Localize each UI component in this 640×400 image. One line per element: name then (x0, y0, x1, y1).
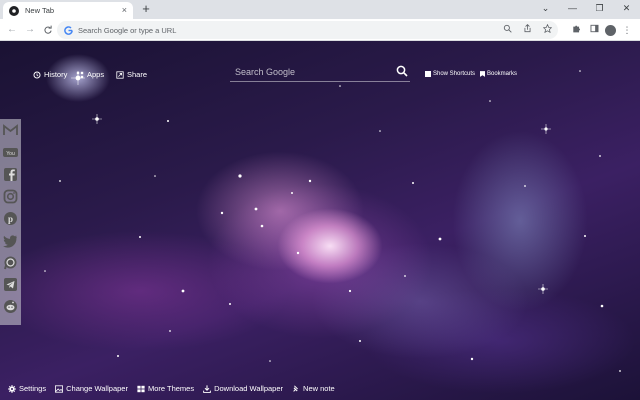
tab-search-icon[interactable]: ⌄ (532, 0, 559, 17)
themes-grid-icon (137, 385, 145, 392)
history-link[interactable]: History (33, 70, 67, 79)
youtube-icon[interactable]: You (3, 145, 18, 160)
tab-title: New Tab (25, 6, 55, 15)
google-g-icon (64, 25, 73, 35)
tab-new-tab[interactable]: New Tab × (3, 2, 133, 19)
apps-label: Apps (87, 70, 105, 79)
bookmarks-label: Bookmarks (487, 71, 518, 77)
window-controls: ⌄ — ❐ ✕ (532, 0, 640, 19)
instagram-icon[interactable] (3, 189, 18, 204)
menu-icon[interactable]: ⋮ (620, 22, 634, 38)
gmail-icon[interactable] (3, 123, 18, 138)
extensions-icon[interactable] (569, 22, 583, 38)
change-wallpaper-label: Change Wallpaper (66, 384, 128, 393)
omnibox[interactable] (57, 21, 558, 39)
facebook-icon[interactable] (3, 167, 18, 182)
bookmark-star-icon[interactable] (540, 23, 554, 37)
grid-icon (425, 71, 431, 77)
download-wallpaper-label: Download Wallpaper (214, 384, 284, 393)
close-window-button[interactable]: ✕ (613, 0, 640, 17)
minimize-button[interactable]: — (559, 0, 586, 17)
twitter-icon[interactable] (3, 233, 18, 248)
share-label: Share (127, 70, 148, 79)
search-icon[interactable] (396, 65, 408, 77)
share-icon (116, 70, 124, 79)
whatsapp-icon[interactable] (3, 255, 18, 270)
side-panel-icon[interactable] (587, 22, 601, 38)
google-search-input[interactable] (230, 63, 380, 81)
image-icon (55, 384, 64, 393)
telegram-icon[interactable] (3, 277, 18, 292)
tab-close-icon[interactable]: × (122, 6, 127, 15)
note-pin-icon (293, 384, 298, 392)
tab-strip: New Tab × + ⌄ — ❐ ✕ (0, 0, 640, 19)
share-link[interactable]: Share (116, 70, 147, 79)
svg-text:p: p (8, 214, 13, 224)
download-icon (203, 384, 211, 393)
maximize-button[interactable]: ❐ (586, 0, 613, 17)
profile-icon[interactable] (605, 24, 616, 36)
more-themes-label: More Themes (147, 384, 195, 393)
reddit-icon[interactable] (3, 299, 18, 314)
share-icon[interactable] (520, 23, 534, 37)
forward-button[interactable]: → (22, 22, 38, 38)
show-shortcuts-link[interactable]: Show Shortcuts (425, 71, 475, 77)
apps-link[interactable]: Apps (76, 70, 104, 79)
new-note-label: New note (303, 384, 335, 393)
bottom-bar: Settings Change Wallpaper More Themes Do… (8, 384, 335, 393)
zoom-icon[interactable] (500, 23, 514, 37)
omnibox-input[interactable] (78, 25, 558, 35)
pinterest-icon[interactable]: p (3, 211, 18, 226)
apps-grid-icon (76, 71, 84, 78)
stars-decoration (44, 70, 621, 372)
social-sidebar: You p (0, 119, 21, 325)
more-themes-link[interactable]: More Themes (137, 384, 194, 393)
svg-text:You: You (6, 151, 15, 157)
browser-toolbar: ← → ⋮ (0, 19, 640, 41)
wallpaper-galaxy: History Apps Share Show Shortcuts Bookma… (0, 41, 640, 400)
show-shortcuts-label: Show Shortcuts (433, 71, 476, 77)
change-wallpaper-link[interactable]: Change Wallpaper (55, 384, 128, 393)
download-wallpaper-link[interactable]: Download Wallpaper (203, 384, 283, 393)
gear-icon (8, 384, 16, 393)
reload-button[interactable] (40, 22, 56, 38)
new-tab-button[interactable]: + (139, 2, 153, 16)
bookmarks-link[interactable]: Bookmarks (480, 71, 517, 77)
google-search-box (230, 62, 410, 82)
settings-label: Settings (19, 384, 47, 393)
settings-link[interactable]: Settings (8, 384, 46, 393)
new-note-link[interactable]: New note (292, 384, 335, 393)
bookmark-icon (480, 71, 485, 77)
history-icon (33, 70, 41, 79)
chrome-favicon-icon (9, 5, 19, 16)
back-button[interactable]: ← (4, 22, 20, 38)
history-label: History (44, 70, 68, 79)
